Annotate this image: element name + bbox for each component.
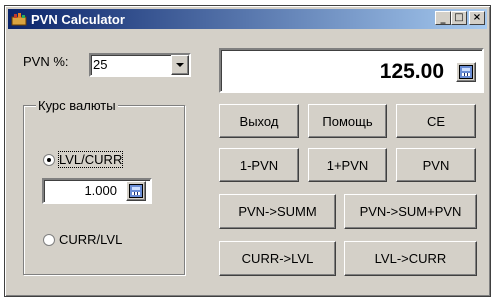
close-button[interactable]: × [469, 11, 485, 25]
radio-curr-lvl[interactable]: CURR/LVL [43, 232, 122, 247]
chevron-down-icon [176, 62, 184, 67]
radio-curr-lvl-indicator [43, 233, 55, 246]
rate-calculator-button[interactable] [126, 181, 146, 201]
one-minus-pvn-button[interactable]: 1-PVN [219, 148, 299, 182]
minimize-icon: _ [440, 13, 446, 24]
help-button[interactable]: Помощь [308, 104, 387, 138]
one-plus-pvn-button[interactable]: 1+PVN [308, 148, 387, 182]
close-icon: × [472, 12, 482, 23]
maximize-icon: □ [454, 12, 464, 23]
radio-lvl-curr-indicator [43, 153, 55, 166]
radio-lvl-curr[interactable]: LVL/CURR [43, 151, 124, 168]
pvn-dropdown-button[interactable] [171, 55, 189, 75]
radio-lvl-curr-label: LVL/CURR [57, 151, 124, 168]
calculator-icon [459, 65, 473, 79]
pvn-to-sum-plus-pvn-button[interactable]: PVN->SUM+PVN [344, 194, 477, 229]
currency-rate-group-label: Курс валюты [36, 98, 118, 113]
app-icon [11, 12, 27, 26]
ce-button[interactable]: CE [396, 104, 476, 138]
result-value: 125.00 [379, 60, 444, 83]
pvn-percent-value: 25 [93, 57, 108, 72]
pvn-percent-label: PVN %: [23, 54, 69, 69]
pvn-percent-select[interactable]: 25 [89, 53, 191, 77]
exit-button[interactable]: Выход [219, 104, 299, 138]
app-window: PVN Calculator _ □ × PVN %: 25 125.00 Ку… [4, 5, 491, 297]
title-bar-buttons: _ □ × [435, 11, 485, 25]
lvl-to-curr-button[interactable]: LVL->CURR [344, 241, 477, 276]
window-title: PVN Calculator [31, 11, 125, 27]
rate-value: 1.000 [84, 183, 117, 198]
minimize-button[interactable]: _ [435, 11, 451, 25]
result-calculator-button[interactable] [456, 62, 476, 82]
result-display: 125.00 [219, 48, 484, 93]
pvn-to-summ-button[interactable]: PVN->SUMM [219, 194, 336, 229]
curr-to-lvl-button[interactable]: CURR->LVL [219, 241, 336, 276]
radio-curr-lvl-label: CURR/LVL [59, 232, 123, 247]
title-bar[interactable]: PVN Calculator _ □ × [8, 9, 487, 29]
pvn-button[interactable]: PVN [396, 148, 476, 182]
maximize-button[interactable]: □ [451, 11, 467, 25]
calculator-icon [129, 184, 143, 198]
rate-input[interactable]: 1.000 [42, 178, 152, 204]
